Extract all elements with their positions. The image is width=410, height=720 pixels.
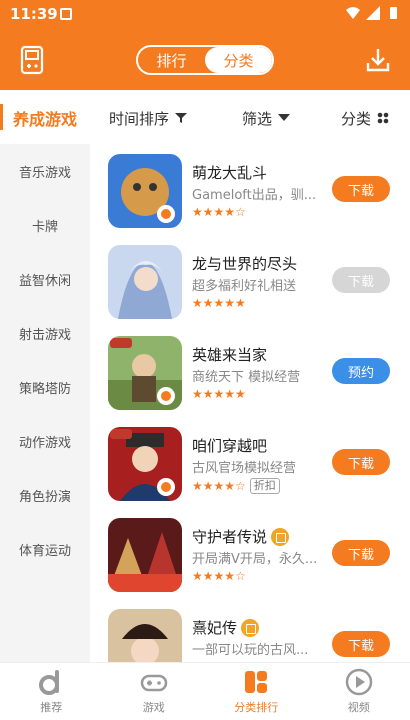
- sidebar-item-rpg[interactable]: 角色扮演: [0, 468, 90, 522]
- download-button[interactable]: 下载: [332, 449, 390, 475]
- status-time: 11:39: [10, 5, 58, 23]
- rating-text: ★★★★☆: [192, 479, 246, 493]
- download-button[interactable]: 下载: [332, 631, 390, 657]
- category-rank-icon: [245, 671, 268, 693]
- game-thumbnail[interactable]: [108, 336, 182, 410]
- download-button[interactable]: 下载: [332, 176, 390, 202]
- rating-text: ★★★★☆: [192, 569, 246, 583]
- rating-text: ★★★★★: [192, 296, 246, 310]
- rating-stars: ★★★★★: [192, 387, 246, 401]
- game-desc: 超多福利好礼相送: [192, 279, 297, 294]
- sidebar-item-shooter[interactable]: 射击游戏: [0, 306, 90, 360]
- download-button-disabled[interactable]: 下载: [332, 267, 390, 293]
- nav-games-label: 游戏: [142, 701, 165, 714]
- game-thumbnail[interactable]: [108, 427, 182, 501]
- tab-rank[interactable]: 排行: [138, 47, 205, 73]
- time-sort-button[interactable]: 时间排序: [109, 108, 188, 129]
- nav-category-rank-label: 分类排行: [234, 701, 279, 714]
- sidebar-item-active[interactable]: 养成游戏: [0, 92, 90, 144]
- signal-icon: [366, 6, 380, 20]
- sidebar-item-card[interactable]: 卡牌: [0, 198, 90, 252]
- gift-icon: [271, 527, 290, 546]
- wifi-icon: [346, 7, 360, 19]
- category-filter-button[interactable]: 分类: [341, 108, 389, 129]
- rating-stars: ★★★★★: [192, 296, 246, 310]
- sidebar-item-music[interactable]: 音乐游戏: [0, 144, 90, 198]
- game-list: 萌龙大乱斗 Gameloft出品，驯... ★★★★☆ 下载 龙与世界的尽头 超…: [90, 144, 410, 662]
- discount-tag: 折扣: [249, 478, 280, 494]
- list-item[interactable]: 守护者传说 开局满V开局，永久... ★★★★☆ 下载: [90, 508, 410, 599]
- sidebar-item-puzzle[interactable]: 益智休闲: [0, 252, 90, 306]
- game-title[interactable]: 咱们穿越吧: [192, 435, 267, 456]
- game-desc: 一部可以玩的古风...: [192, 643, 309, 658]
- list-item[interactable]: 英雄来当家 商统天下 模拟经营 ★★★★★ 预约: [90, 326, 410, 417]
- game-title[interactable]: 熹妃传: [192, 617, 260, 638]
- rating-text: ★★★★★: [192, 387, 246, 401]
- game-title-text: 龙与世界的尽头: [192, 255, 298, 273]
- nav-category-rank[interactable]: 分类排行: [205, 663, 308, 720]
- status-icons: [346, 6, 400, 20]
- time-sort-label: 时间排序: [109, 109, 170, 128]
- rating-text: ★★★★☆: [192, 205, 246, 219]
- game-title[interactable]: 英雄来当家: [192, 344, 267, 365]
- game-desc: Gameloft出品，驯...: [192, 188, 317, 203]
- game-title[interactable]: 萌龙大乱斗: [192, 162, 267, 183]
- nav-recommend-label: 推荐: [40, 701, 63, 714]
- game-title-text: 熹妃传: [192, 619, 238, 637]
- caret-down-icon: [278, 114, 291, 121]
- header: 排行 分类: [0, 30, 410, 90]
- game-thumbnail[interactable]: [108, 609, 182, 662]
- video-play-icon: [345, 668, 372, 696]
- gameboy-icon[interactable]: [16, 44, 48, 76]
- game-title-text: 守护者传说: [192, 528, 268, 546]
- recommend-icon: [39, 670, 60, 695]
- nav-games[interactable]: 游戏: [103, 663, 206, 720]
- download-icon[interactable]: [362, 44, 394, 76]
- list-item[interactable]: 萌龙大乱斗 Gameloft出品，驯... ★★★★☆ 下载: [90, 144, 410, 235]
- funnel-icon: [175, 113, 188, 123]
- nav-video-label: 视频: [347, 701, 370, 714]
- rating-stars: ★★★★☆ 折扣: [192, 478, 280, 494]
- category-filter-label: 分类: [341, 109, 372, 128]
- status-bar: 11:39: [0, 0, 410, 30]
- game-title[interactable]: 龙与世界的尽头: [192, 253, 297, 274]
- list-item[interactable]: 龙与世界的尽头 超多福利好礼相送 ★★★★★ 下载: [90, 235, 410, 326]
- game-desc: 商统天下 模拟经营: [192, 370, 301, 385]
- game-desc: 开局满V开局，永久...: [192, 552, 318, 567]
- reserve-button[interactable]: 预约: [332, 358, 390, 384]
- game-title-text: 咱们穿越吧: [192, 437, 268, 455]
- list-item[interactable]: 咱们穿越吧 古风官场模拟经营 ★★★★☆ 折扣 下载: [90, 417, 410, 508]
- sidebar-item-strategy[interactable]: 策略塔防: [0, 360, 90, 414]
- sidebar-item-action[interactable]: 动作游戏: [0, 414, 90, 468]
- game-title-text: 萌龙大乱斗: [192, 164, 268, 182]
- game-thumbnail[interactable]: [108, 154, 182, 228]
- nav-recommend[interactable]: 推荐: [0, 663, 103, 720]
- game-thumbnail[interactable]: [108, 245, 182, 319]
- rating-stars: ★★★★☆: [192, 205, 246, 219]
- sidebar-item-sports[interactable]: 体育运动: [0, 522, 90, 576]
- screen-button[interactable]: 筛选: [242, 108, 291, 129]
- rank-category-toggle: 排行 分类: [136, 45, 274, 75]
- filter-bar: 时间排序 筛选 分类: [90, 92, 410, 144]
- screen-label: 筛选: [242, 109, 273, 128]
- category-sidebar: 音乐游戏 卡牌 益智休闲 射击游戏 策略塔防 动作游戏 角色扮演 体育运动: [0, 144, 90, 662]
- rating-stars: ★★★★☆: [192, 569, 246, 583]
- tab-category[interactable]: 分类: [205, 47, 272, 73]
- battery-icon: [390, 7, 397, 19]
- gift-icon: [241, 618, 260, 637]
- nav-video[interactable]: 视频: [308, 663, 410, 720]
- list-item[interactable]: 熹妃传 一部可以玩的古风... 下载: [90, 599, 410, 662]
- game-title-text: 英雄来当家: [192, 346, 268, 364]
- gamepad-icon: [140, 674, 167, 692]
- game-desc: 古风官场模拟经营: [192, 461, 297, 476]
- game-thumbnail[interactable]: [108, 518, 182, 592]
- notification-icon: [60, 8, 72, 20]
- bottom-nav: 推荐 游戏 分类排行 视频: [0, 662, 410, 720]
- grid-dots-icon: [377, 112, 389, 124]
- game-title[interactable]: 守护者传说: [192, 526, 290, 547]
- download-button[interactable]: 下载: [332, 540, 390, 566]
